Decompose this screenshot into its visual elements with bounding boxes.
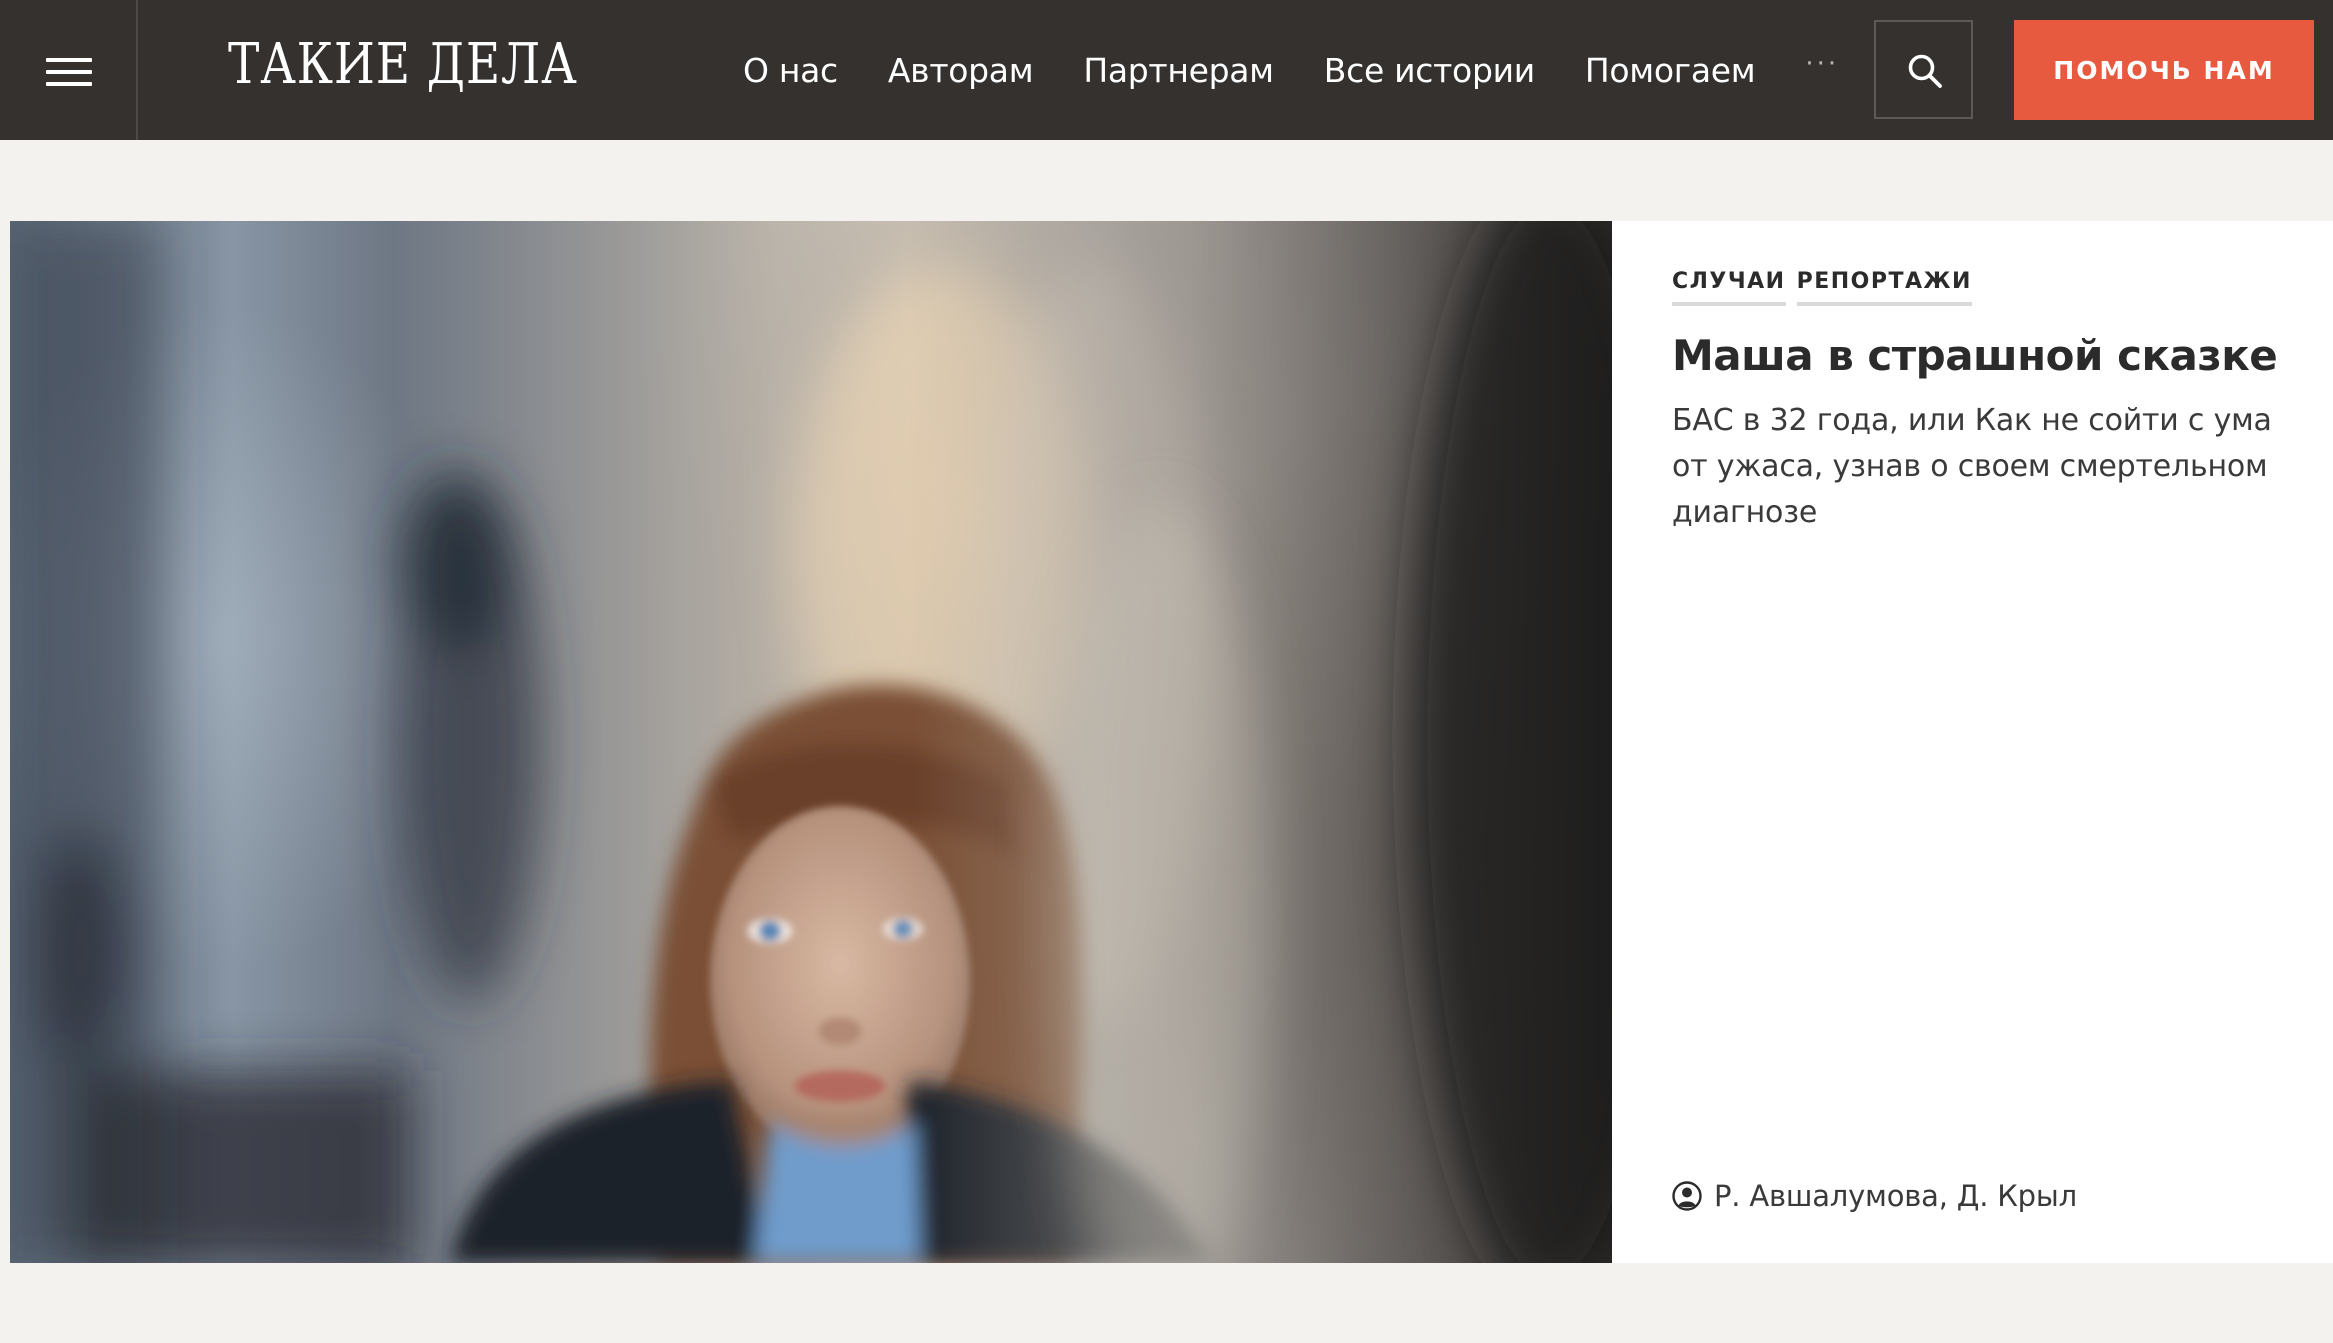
story-text-column: СЛУЧАИ РЕПОРТАЖИ Маша в страшной сказке … [1672,221,2292,1263]
more-menu-icon[interactable]: ··· [1805,49,1839,79]
search-button[interactable] [1874,20,1973,119]
tag-cases[interactable]: СЛУЧАИ [1672,269,1786,306]
tag-reports[interactable]: РЕПОРТАЖИ [1796,269,1972,306]
story-headline[interactable]: Маша в страшной сказке [1672,331,2302,381]
story-lead: БАС в 32 года, или Как не сойти с ума от… [1672,403,2272,530]
menu-bar [46,70,92,74]
nav-item-about[interactable]: О нас [743,51,838,90]
search-icon [1908,54,1942,88]
nav-item-all-stories[interactable]: Все истории [1324,51,1535,90]
story-authors: Р. Авшалумова, Д. Крыл [1672,1176,2077,1216]
nav-item-partners[interactable]: Партнерам [1083,51,1274,90]
nav-item-authors[interactable]: Авторам [888,51,1034,90]
site-header: ТАКИЕ ДЕЛА О нас Авторам Партнерам Все и… [0,0,2333,140]
menu-bar [46,82,92,86]
author-names[interactable]: Р. Авшалумова, Д. Крыл [1714,1179,2077,1213]
site-logo[interactable]: ТАКИЕ ДЕЛА [228,30,578,100]
nav-item-we-help[interactable]: Помогаем [1585,51,1756,90]
story-tags: СЛУЧАИ РЕПОРТАЖИ [1672,269,1983,306]
hamburger-menu-icon[interactable] [0,0,138,140]
menu-bar [46,58,92,62]
featured-story-card: СЛУЧАИ РЕПОРТАЖИ Маша в страшной сказке … [10,221,2333,1263]
help-us-button[interactable]: ПОМОЧЬ НАМ [2014,20,2314,120]
story-photo-image [10,221,1612,1263]
story-photo[interactable] [10,221,1612,1263]
main-nav: О нас Авторам Партнерам Все истории Помо… [743,0,1839,140]
user-circle-icon [1672,1181,1702,1211]
